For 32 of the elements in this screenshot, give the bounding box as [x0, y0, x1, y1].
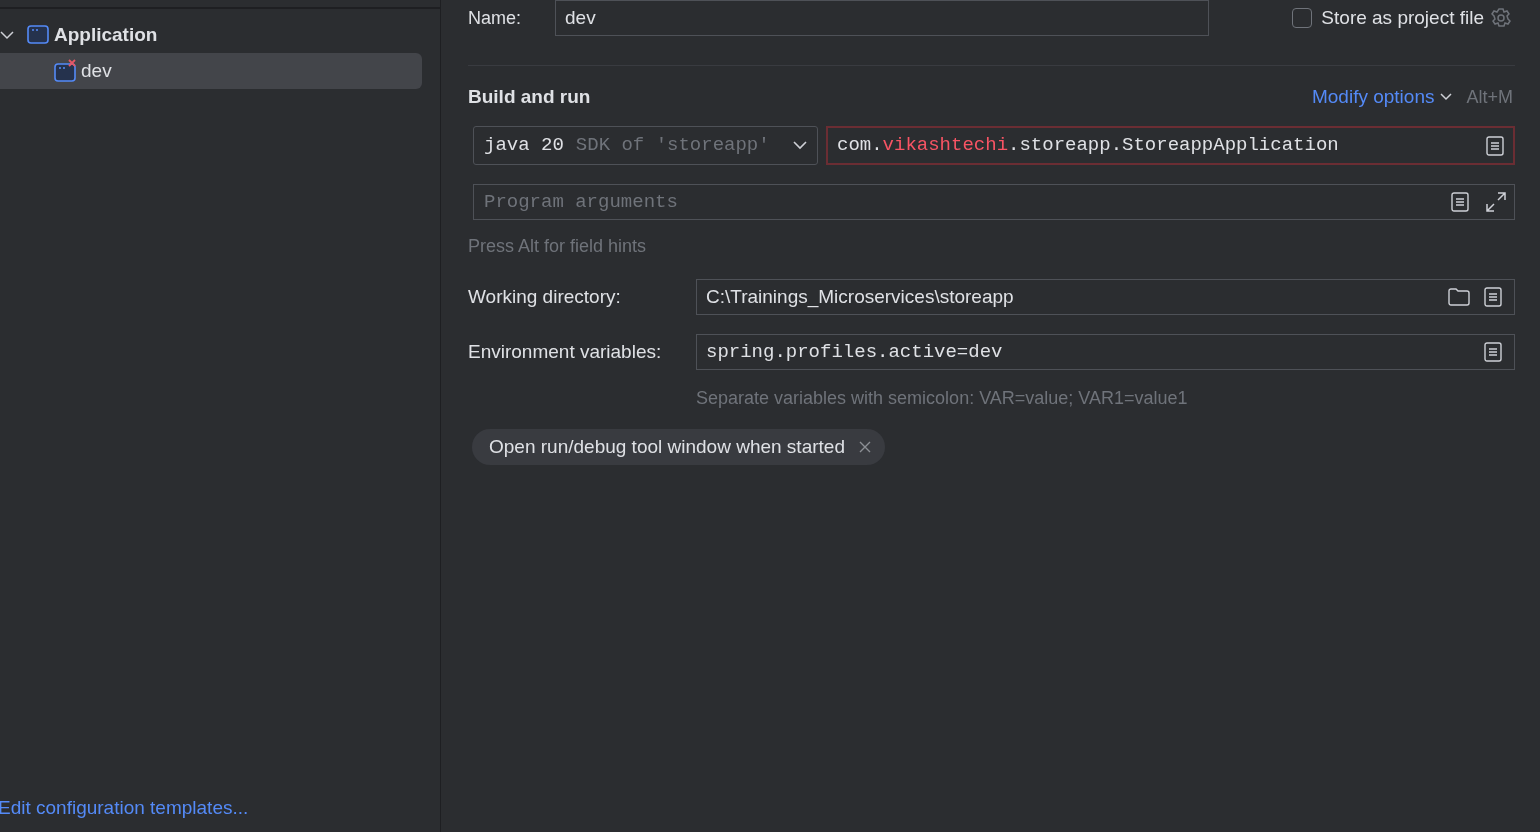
environment-variables-label: Environment variables:	[468, 339, 663, 364]
document-icon[interactable]	[1484, 342, 1502, 362]
tree-item[interactable]: dev	[0, 53, 422, 89]
folder-icon[interactable]	[1448, 288, 1470, 306]
chevron-down-icon	[1440, 93, 1453, 101]
program-arguments-field[interactable]: Program arguments	[473, 184, 1515, 220]
environment-hint: Separate variables with semicolon: VAR=value; VAR1=value1	[696, 387, 1189, 410]
chevron-down-icon	[793, 141, 807, 150]
document-icon[interactable]	[1486, 135, 1504, 156]
main-class-field[interactable]: com.vikashtechi.storeapp.StoreappApplication	[826, 126, 1515, 165]
close-icon[interactable]	[858, 441, 871, 453]
chevron-down-icon[interactable]	[0, 28, 14, 42]
modify-options-link[interactable]: Modify options	[1311, 82, 1453, 112]
name-label: Name:	[468, 6, 522, 30]
name-field[interactable]: dev	[555, 0, 1209, 36]
gear-icon[interactable]	[1490, 7, 1512, 29]
window-icon	[27, 25, 51, 45]
tree-item[interactable]: Application	[0, 17, 422, 53]
shortcut-label: Alt+M	[1466, 85, 1513, 109]
option-chip[interactable]: Open run/debug tool window when started	[472, 429, 885, 465]
working-directory-field[interactable]: C:\Trainings_Microservices\storeapp	[696, 279, 1515, 315]
working-directory-label: Working directory:	[468, 284, 622, 309]
field-hint: Press Alt for field hints	[468, 235, 648, 258]
environment-variables-field[interactable]: spring.profiles.active=dev	[696, 334, 1515, 370]
sdk-dropdown[interactable]: java 20 SDK of 'storeapp'	[473, 126, 818, 165]
store-checkbox[interactable]	[1292, 8, 1313, 28]
section-title: Build and run	[468, 84, 591, 109]
document-icon[interactable]	[1451, 192, 1469, 212]
expand-icon[interactable]	[1485, 191, 1507, 213]
document-icon[interactable]	[1484, 287, 1502, 307]
store-label: Store as project file	[1321, 5, 1484, 30]
edit-templates-link[interactable]: Edit configuration templates...	[0, 796, 249, 818]
